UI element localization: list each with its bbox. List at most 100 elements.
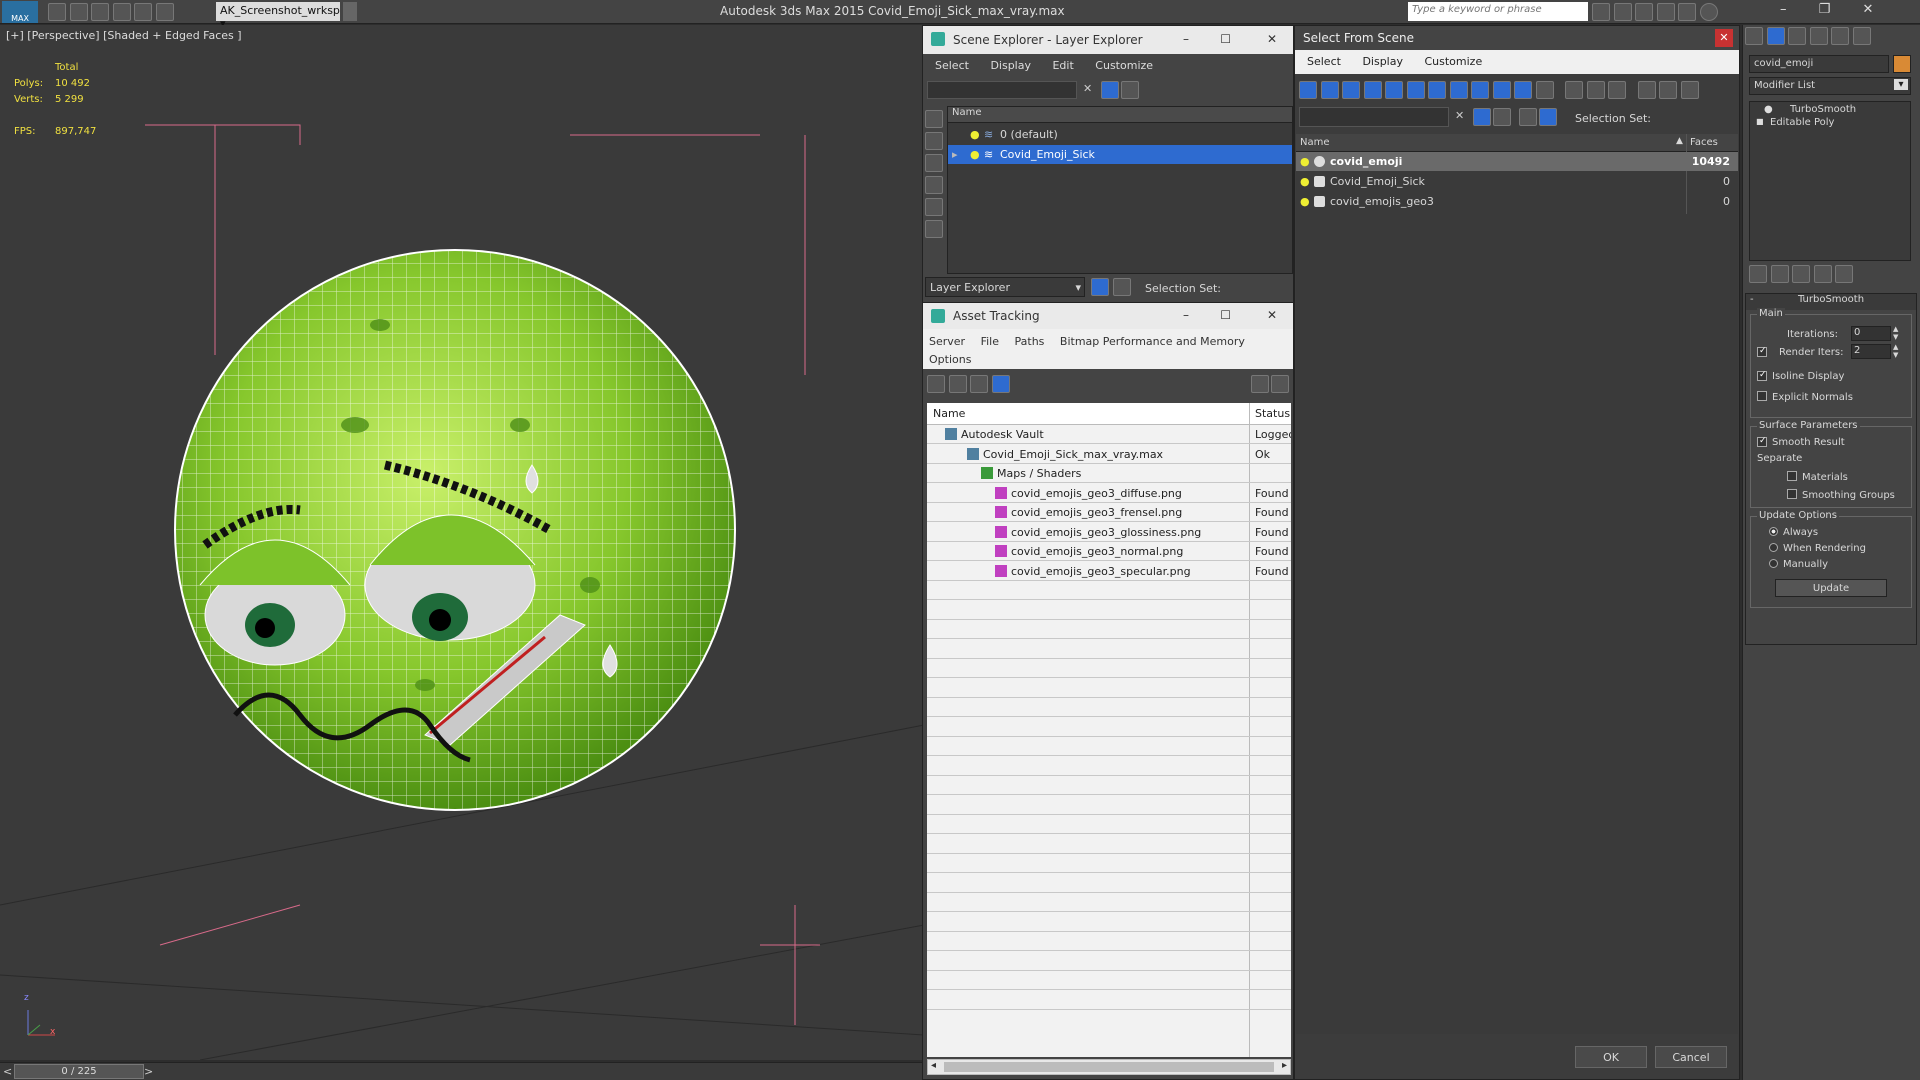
maximize-icon[interactable]: ☐ — [1220, 308, 1231, 322]
display-none-icon[interactable] — [925, 110, 943, 128]
modifier-list-dropdown[interactable]: Modifier List ▾ — [1749, 77, 1911, 95]
asset-row[interactable]: covid_emojis_geo3_normal.png Found — [927, 542, 1291, 561]
viewport-label[interactable]: [+] [Perspective] [Shaded + Edged Faces … — [6, 29, 242, 42]
smooth-result-checkbox[interactable]: Smooth Result — [1757, 437, 1845, 448]
project-folder-icon[interactable] — [155, 3, 174, 21]
help-icon[interactable] — [1251, 375, 1269, 393]
workspace-menu-button[interactable] — [343, 2, 357, 21]
scrollbar-thumb[interactable] — [944, 1062, 1274, 1072]
settings-icon[interactable] — [1271, 375, 1289, 393]
x-icon[interactable] — [1678, 3, 1696, 21]
scroll-right-icon[interactable]: ▸ — [1282, 1060, 1287, 1071]
help-icon[interactable] — [1699, 3, 1718, 21]
minimize-icon[interactable]: – — [1780, 2, 1787, 17]
when-rendering-radio[interactable]: When Rendering — [1769, 543, 1866, 554]
communication-icon[interactable] — [1635, 3, 1653, 21]
minimize-icon[interactable]: – — [1183, 32, 1189, 46]
menu-options[interactable]: Options — [929, 353, 971, 366]
menu-display[interactable]: Display — [990, 59, 1031, 72]
asset-row[interactable]: Maps / Shaders — [927, 464, 1291, 483]
modify-tab-icon[interactable] — [1766, 27, 1785, 45]
asset-horizontal-scrollbar[interactable]: ◂ ▸ — [927, 1059, 1291, 1075]
display-geometry-icon[interactable] — [925, 176, 943, 194]
layer-row-covid-emoji-sick[interactable]: ▸ ● ≋ Covid_Emoji_Sick — [948, 145, 1292, 164]
object-color-swatch[interactable] — [1893, 55, 1911, 73]
display-hidden-icon[interactable] — [1535, 81, 1554, 99]
app-logo[interactable]: MAX — [2, 1, 38, 23]
select-invert-icon[interactable] — [1608, 81, 1626, 99]
minimize-icon[interactable]: – — [1183, 308, 1189, 322]
asset-row[interactable]: covid_emojis_geo3_frensel.png Found — [927, 503, 1291, 522]
remove-modifier-icon[interactable] — [1813, 265, 1832, 283]
time-next-button[interactable]: > — [144, 1065, 153, 1078]
display-layers-icon[interactable] — [925, 220, 943, 238]
render-iters-checkbox[interactable] — [1757, 347, 1772, 358]
scroll-left-icon[interactable]: ◂ — [931, 1060, 936, 1071]
display-groups-icon[interactable] — [1428, 81, 1446, 99]
layer-row-default[interactable]: ● ≋ 0 (default) — [948, 125, 1292, 144]
select-none-icon[interactable] — [1586, 81, 1605, 99]
utilities-tab-icon[interactable] — [1852, 27, 1871, 45]
table-view-icon[interactable] — [991, 375, 1010, 393]
display-tab-icon[interactable] — [1831, 27, 1849, 45]
bulb-icon[interactable]: ● — [1300, 192, 1310, 211]
search-box[interactable]: Type a keyword or phrase — [1408, 2, 1588, 21]
display-cameras-icon[interactable] — [1363, 81, 1382, 99]
undo-icon[interactable] — [112, 3, 131, 21]
close-icon[interactable]: ✕ — [1862, 2, 1873, 17]
menu-customize[interactable]: Customize — [1095, 59, 1153, 72]
bulb-icon[interactable]: ● — [970, 145, 980, 164]
menu-paths[interactable]: Paths — [1015, 335, 1045, 348]
display-all-icon[interactable] — [925, 132, 943, 150]
maximize-icon[interactable]: ☐ — [1220, 32, 1231, 46]
expand-icon[interactable]: ■ — [1756, 117, 1764, 126]
iterations-spinner[interactable]: 0 — [1851, 326, 1891, 341]
object-row[interactable]: ● covid_emoji 10492 — [1296, 152, 1738, 171]
display-geometry-icon[interactable] — [1299, 81, 1317, 99]
list-view-icon[interactable] — [948, 375, 967, 393]
filter-icon[interactable] — [1473, 108, 1491, 126]
tree-view-icon[interactable] — [970, 375, 988, 393]
update-button[interactable]: Update — [1775, 579, 1887, 597]
layers-icon[interactable] — [1519, 108, 1537, 126]
menu-file[interactable]: File — [981, 335, 999, 348]
asset-row[interactable]: covid_emojis_geo3_glossiness.png Found — [927, 523, 1291, 542]
render-iters-spinner[interactable]: 2 — [1851, 344, 1891, 359]
display-spacewarps-icon[interactable] — [1406, 81, 1425, 99]
expand-arrow-icon[interactable]: ▸ — [952, 145, 958, 164]
column-header-faces[interactable]: Faces — [1690, 137, 1718, 148]
scene-explorer-search[interactable] — [927, 81, 1077, 99]
star-icon[interactable] — [1656, 3, 1675, 21]
restore-icon[interactable]: ❐ — [1819, 2, 1831, 17]
menu-display[interactable]: Display — [1362, 55, 1403, 68]
spinner-arrows-icon[interactable]: ▲ ▼ — [1893, 325, 1898, 341]
object-name-field[interactable]: covid_emoji — [1749, 55, 1889, 73]
motion-tab-icon[interactable] — [1809, 27, 1828, 45]
bulb-icon[interactable]: ● — [970, 125, 980, 144]
spinner-arrows-icon[interactable]: ▲ ▼ — [1893, 343, 1898, 359]
create-tab-icon[interactable] — [1745, 27, 1763, 45]
menu-bitmap-performance[interactable]: Bitmap Performance and Memory — [1060, 335, 1245, 348]
make-unique-icon[interactable] — [1792, 265, 1810, 283]
stack-item-editable-poly[interactable]: ■ Editable Poly — [1750, 115, 1910, 128]
show-end-result-icon[interactable] — [1770, 265, 1789, 283]
stack-item-turbosmooth[interactable]: ● TurboSmooth — [1750, 102, 1910, 115]
bulb-icon[interactable]: ● — [1764, 104, 1773, 115]
options-icon[interactable] — [1493, 108, 1511, 126]
display-containers-icon[interactable] — [1492, 81, 1511, 99]
bulb-icon[interactable]: ● — [1300, 172, 1310, 191]
hierarchy-filter-icon[interactable] — [1659, 81, 1677, 99]
layer-options-icon[interactable] — [1121, 81, 1139, 99]
binoculars-icon[interactable] — [1592, 3, 1610, 21]
object-row[interactable]: ● Covid_Emoji_Sick 0 — [1296, 172, 1738, 191]
open-file-icon[interactable] — [69, 3, 88, 21]
close-icon[interactable]: ✕ — [1267, 32, 1277, 46]
redo-icon[interactable] — [134, 3, 152, 21]
column-header-name[interactable]: Name — [1300, 137, 1330, 148]
close-icon[interactable]: ✕ — [1715, 29, 1733, 47]
always-radio[interactable]: Always — [1769, 527, 1818, 538]
menu-select[interactable]: Select — [1307, 55, 1341, 68]
explicit-normals-checkbox[interactable]: Explicit Normals — [1757, 391, 1853, 403]
isoline-display-checkbox[interactable]: Isoline Display — [1757, 371, 1844, 382]
asset-row[interactable]: covid_emojis_geo3_diffuse.png Found — [927, 484, 1291, 503]
